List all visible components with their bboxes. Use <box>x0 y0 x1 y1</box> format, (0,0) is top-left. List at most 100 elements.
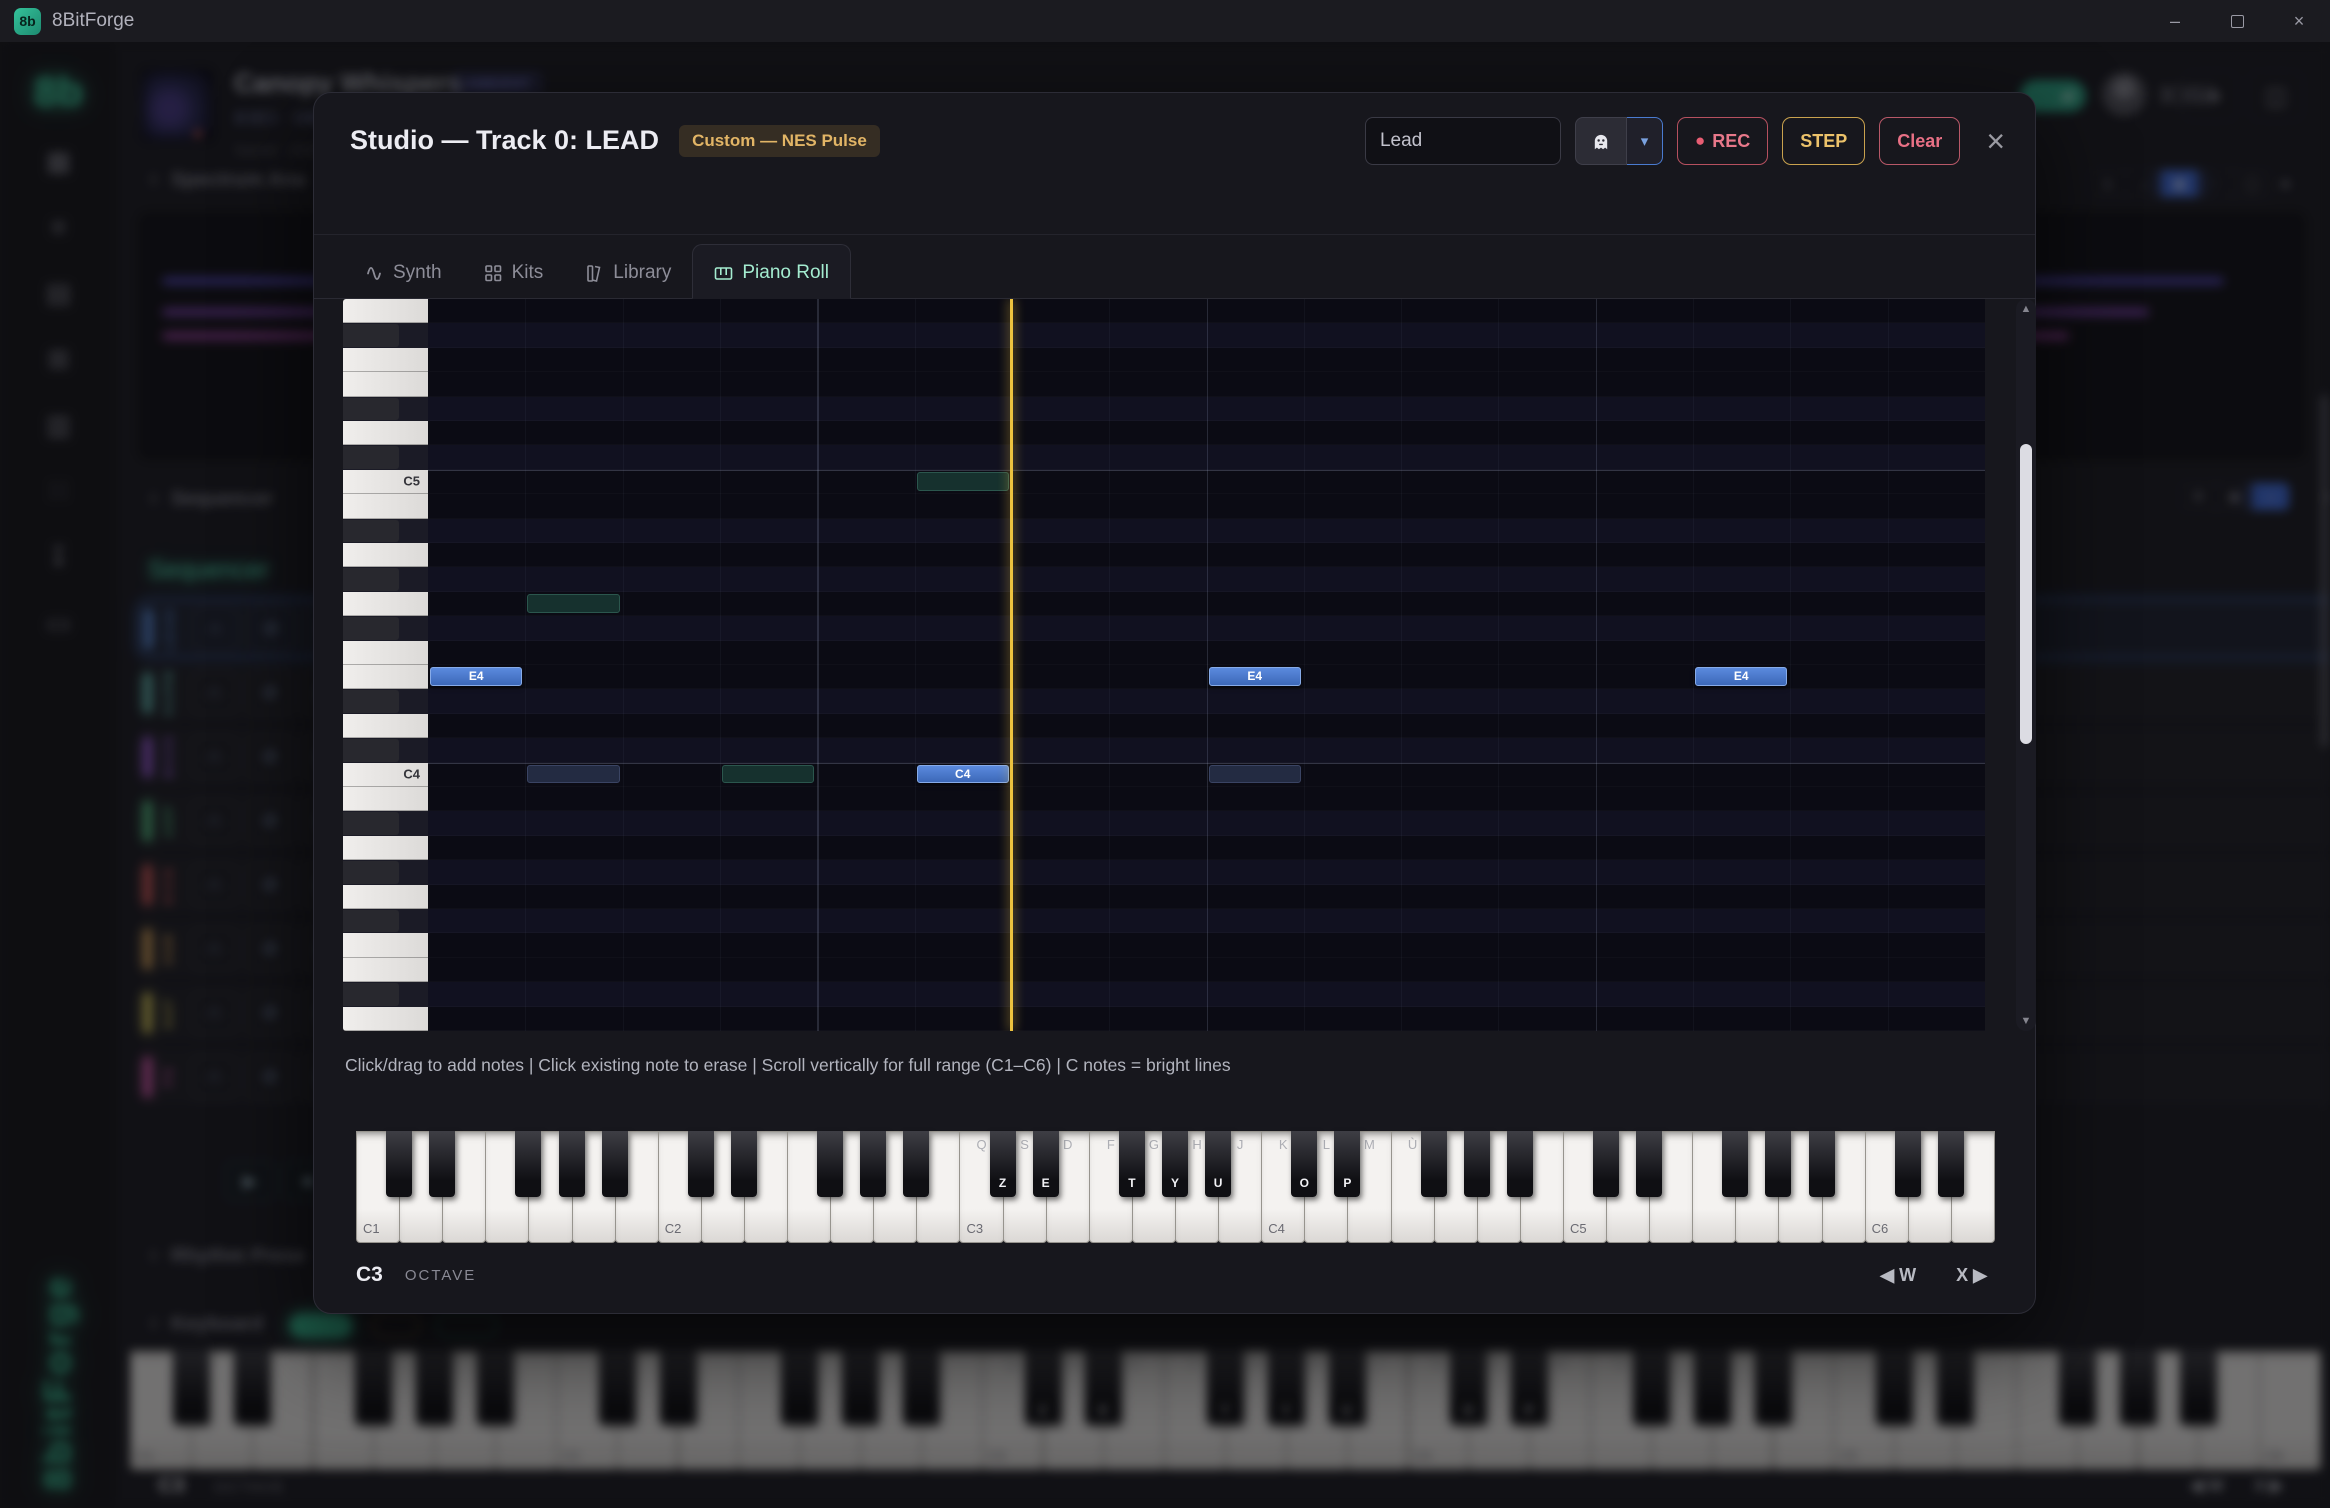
minimize-button[interactable]: – <box>2144 0 2206 42</box>
piano-key-C#3[interactable]: Z <box>990 1131 1016 1197</box>
piano-key-F#1[interactable] <box>515 1131 541 1197</box>
scroll-up-icon[interactable]: ▲ <box>2016 303 2036 315</box>
modal-keyboard: C1C2C3QSDFGHJC4KLMÙC5C6ZETYUOP <box>356 1131 1994 1249</box>
roll-key-G#3[interactable] <box>343 860 428 884</box>
roll-key-F#4[interactable] <box>343 616 428 640</box>
octave-down-button[interactable]: ◀ W <box>1880 1265 1916 1286</box>
roll-key-G5[interactable] <box>343 299 428 323</box>
piano-key-F#4[interactable] <box>1421 1131 1447 1197</box>
roll-key-F5[interactable] <box>343 348 428 372</box>
note-C5-step-5[interactable] <box>917 472 1009 491</box>
piano-key-D#3[interactable]: E <box>1033 1131 1059 1197</box>
roll-key-C4[interactable]: C4 <box>343 763 428 787</box>
roll-key-F#3[interactable] <box>343 909 428 933</box>
piano-key-C#2[interactable] <box>688 1131 714 1197</box>
piano-octave-label: C4 <box>1268 1221 1285 1236</box>
piano-key-F#5[interactable] <box>1722 1131 1748 1197</box>
roll-key-E5[interactable] <box>343 372 428 396</box>
piano-key-A#3[interactable]: U <box>1205 1131 1231 1197</box>
roll-key-C#4[interactable] <box>343 738 428 762</box>
piano-key-D#1[interactable] <box>429 1131 455 1197</box>
roll-key-F#5[interactable] <box>343 323 428 347</box>
roll-key-E3[interactable] <box>343 958 428 982</box>
close-window-button[interactable]: × <box>2268 0 2330 42</box>
piano-key-D#5[interactable] <box>1636 1131 1662 1197</box>
roll-key-A#4[interactable] <box>343 519 428 543</box>
piano-key-A#1[interactable] <box>602 1131 628 1197</box>
step-line <box>915 299 916 1031</box>
roll-key-F4[interactable] <box>343 641 428 665</box>
playhead <box>1010 299 1013 1031</box>
roll-key-D3[interactable] <box>343 1007 428 1031</box>
piano-roll-scrollbar[interactable]: ▲ ▼ <box>2016 299 2036 1031</box>
piano-key-D#4[interactable]: P <box>1334 1131 1360 1197</box>
piano-roll-grid[interactable]: E4 C4 E4 E4 <box>428 299 1985 1031</box>
piano-key-G#1[interactable] <box>559 1131 585 1197</box>
roll-key-C#5[interactable] <box>343 445 428 469</box>
roll-key-D#4[interactable] <box>343 689 428 713</box>
note-C4-step-3[interactable] <box>722 765 814 784</box>
piano-key-F#3[interactable]: T <box>1119 1131 1145 1197</box>
roll-key-D4[interactable] <box>343 714 428 738</box>
tab-synth[interactable]: Synth <box>344 248 463 298</box>
scrollbar-thumb[interactable] <box>2020 444 2032 744</box>
tab-piano-roll[interactable]: Piano Roll <box>692 244 851 299</box>
tab-kits[interactable]: Kits <box>463 248 565 298</box>
roll-key-A4[interactable] <box>343 543 428 567</box>
piano-key-C#6[interactable] <box>1895 1131 1921 1197</box>
roll-key-D#5[interactable] <box>343 397 428 421</box>
roll-key-F3[interactable] <box>343 933 428 957</box>
note-E4-step-8[interactable]: E4 <box>1209 667 1301 686</box>
app-logo: 8b <box>14 8 41 35</box>
clear-button[interactable]: Clear <box>1879 117 1960 165</box>
scroll-down-icon[interactable]: ▼ <box>2016 1015 2036 1027</box>
note-C4-step-5[interactable]: C4 <box>917 765 1009 784</box>
roll-key-A3[interactable] <box>343 836 428 860</box>
maximize-button[interactable] <box>2206 0 2268 42</box>
octave-up-button[interactable]: X ▶ <box>1956 1265 1987 1286</box>
roll-key-G#4[interactable] <box>343 567 428 591</box>
note-E4-step-0[interactable]: E4 <box>430 667 522 686</box>
piano-key-C#5[interactable] <box>1593 1131 1619 1197</box>
note-E4-step-13[interactable]: E4 <box>1695 667 1787 686</box>
tab-library[interactable]: Library <box>564 248 692 298</box>
note-C4-step-8[interactable] <box>1209 765 1301 784</box>
note-C4-step-1[interactable] <box>527 765 619 784</box>
track-name-input[interactable] <box>1365 117 1561 165</box>
roll-key-G3[interactable] <box>343 885 428 909</box>
piano-key-A#2[interactable] <box>903 1131 929 1197</box>
piano-key-C#1[interactable] <box>386 1131 412 1197</box>
close-modal-button[interactable]: × <box>1986 125 2005 157</box>
step-button[interactable]: STEP <box>1782 117 1865 165</box>
roll-key-B4[interactable] <box>343 494 428 518</box>
rec-button[interactable]: ● REC <box>1677 117 1768 165</box>
roll-key-D5[interactable] <box>343 421 428 445</box>
roll-key-A#3[interactable] <box>343 811 428 835</box>
instrument-dropdown-button[interactable]: ▾ <box>1627 117 1663 165</box>
step-line <box>1693 299 1694 1031</box>
ghost-icon-button[interactable] <box>1575 117 1627 165</box>
piano-key-D#2[interactable] <box>731 1131 757 1197</box>
piano-key-G#4[interactable] <box>1464 1131 1490 1197</box>
modal-header: Studio — Track 0: LEAD Custom — NES Puls… <box>314 93 2035 235</box>
measure-line <box>1596 299 1598 1031</box>
roll-key-B3[interactable] <box>343 787 428 811</box>
piano-key-G#2[interactable] <box>860 1131 886 1197</box>
piano-key-G#3[interactable]: Y <box>1162 1131 1188 1197</box>
piano-key-A#5[interactable] <box>1809 1131 1835 1197</box>
piano-key-F#2[interactable] <box>817 1131 843 1197</box>
piano-key-D#6[interactable] <box>1938 1131 1964 1197</box>
piano-key-G#5[interactable] <box>1765 1131 1791 1197</box>
roll-key-G4[interactable] <box>343 592 428 616</box>
library-icon <box>585 264 604 283</box>
measure-line <box>1207 299 1209 1031</box>
note-G4-step-1[interactable] <box>527 594 619 613</box>
roll-key-D#3[interactable] <box>343 982 428 1006</box>
black-key-cap <box>343 910 399 932</box>
key-shortcut-label: Z <box>990 1176 1016 1190</box>
piano-key-C#4[interactable]: O <box>1291 1131 1317 1197</box>
roll-key-E4[interactable] <box>343 665 428 689</box>
piano-key-A#4[interactable] <box>1507 1131 1533 1197</box>
roll-key-C5[interactable]: C5 <box>343 470 428 494</box>
black-key-cap <box>343 398 399 420</box>
